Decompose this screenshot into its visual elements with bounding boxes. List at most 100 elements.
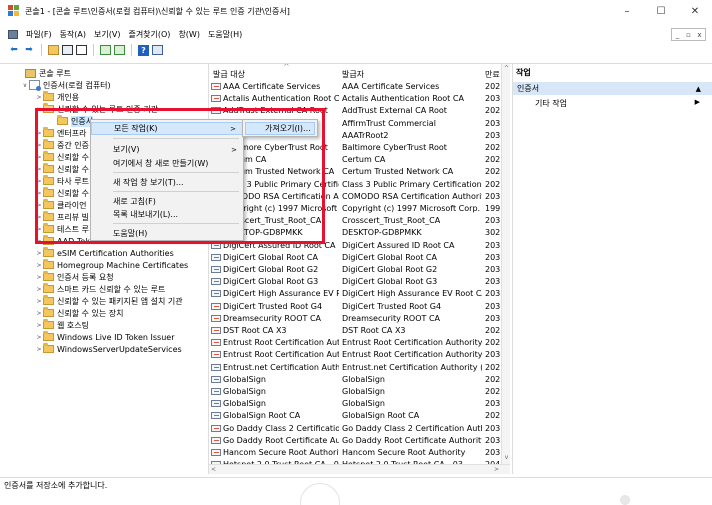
vertical-scrollbar[interactable]: ^ v — [501, 64, 510, 474]
menu-favorites[interactable]: 즐겨찾기(O) — [124, 29, 174, 40]
help-icon[interactable]: ? — [138, 44, 149, 56]
menu-item-import[interactable]: 가져오기(I)... — [245, 122, 315, 135]
menu-item-export-list[interactable]: 목록 내보내기(L)... — [91, 208, 243, 221]
column-issued-to[interactable]: 발급 대상 — [213, 69, 245, 80]
expand-chevron-icon[interactable]: > — [35, 130, 43, 137]
table-row[interactable]: AAA Certificate Services AAA Certificate … — [209, 81, 510, 93]
collapse-chevron-icon[interactable]: ∨ — [21, 82, 29, 89]
collapse-chevron-icon[interactable]: ∨ — [35, 106, 43, 113]
tree-item[interactable]: 인증서 — [49, 115, 94, 127]
expand-chevron-icon[interactable]: > — [35, 322, 43, 329]
tree-item[interactable]: > 신뢰할 수 있는 장치 — [35, 307, 124, 319]
export-list-icon[interactable] — [114, 45, 125, 55]
table-row[interactable]: Certum CA Certum CA 202 — [209, 154, 510, 166]
menu-item-view[interactable]: 보기(V) > — [91, 143, 243, 156]
expand-chevron-icon[interactable]: > — [35, 298, 43, 305]
tree-item[interactable]: > 개인용 — [35, 91, 79, 103]
tree-item[interactable]: > 엔터프라 — [35, 127, 86, 139]
menu-item-refresh[interactable]: 새로 고침(F) — [91, 195, 243, 208]
tree-item[interactable]: > Homegroup Machine Certificates — [35, 259, 188, 271]
tree-item[interactable]: > 클라이언 — [35, 199, 86, 211]
table-row[interactable]: Actalis Authentication Root CA Actalis Au… — [209, 93, 510, 105]
menu-file[interactable]: 파일(F) — [22, 29, 56, 40]
menu-view[interactable]: 보기(V) — [90, 29, 124, 40]
scroll-down-icon[interactable]: v — [502, 453, 510, 462]
table-row[interactable]: Copyright (c) 1997 Microsoft ... Copyrigh… — [209, 203, 510, 215]
table-row[interactable]: DigiCert Global Root G2 DigiCert Global R… — [209, 264, 510, 276]
tree-item[interactable]: ∨ 인증서(로컬 컴퓨터) — [21, 79, 111, 91]
tree-item[interactable]: > 신뢰할 수 — [35, 151, 89, 163]
table-row[interactable]: AddTrust External CA Root AddTrust Extern… — [209, 105, 510, 117]
table-row[interactable]: GlobalSign GlobalSign 202 — [209, 374, 510, 386]
tree-item[interactable]: > Windows Live ID Token Issuer — [35, 331, 174, 343]
table-row[interactable]: Hancom Secure Root Authority Hancom Secur… — [209, 447, 510, 459]
table-row[interactable]: Crosscert_Trust_Root_CA Crosscert_Trust_R… — [209, 215, 510, 227]
expand-chevron-icon[interactable]: > — [35, 286, 43, 293]
menu-window[interactable]: 창(W) — [174, 29, 204, 40]
tree-item[interactable]: 콘솔 루트 — [17, 67, 71, 79]
column-issued-by[interactable]: 발급자 — [342, 69, 364, 80]
expand-chevron-icon[interactable]: > — [35, 226, 43, 233]
column-expiry[interactable]: 만료 — [485, 69, 500, 80]
tree-item[interactable]: > 신뢰할 수 있는 패키지된 앱 설치 기관 — [35, 295, 183, 307]
folder-up-icon[interactable] — [48, 45, 59, 55]
back-arrow-icon[interactable]: ⬅ — [8, 44, 20, 56]
table-row[interactable]: DigiCert Trusted Root G4 DigiCert Trusted… — [209, 301, 510, 313]
expand-chevron-icon[interactable]: > — [35, 142, 43, 149]
expand-chevron-icon[interactable]: > — [35, 154, 43, 161]
table-row[interactable]: COMODO RSA Certification A... COMODO RSA … — [209, 191, 510, 203]
tree-item[interactable]: > 테스트 루 — [35, 223, 89, 235]
close-button[interactable]: ✕ — [678, 0, 712, 22]
table-row[interactable]: Class 3 Public Primary Certific... Class … — [209, 179, 510, 191]
expand-chevron-icon[interactable]: > — [35, 346, 43, 353]
expand-chevron-icon[interactable]: > — [35, 166, 43, 173]
tree-item[interactable]: > 프리뷰 빌 — [35, 211, 89, 223]
minimize-button[interactable]: – — [610, 0, 644, 22]
table-row[interactable]: Go Daddy Class 2 Certification...Go Dadd… — [209, 423, 510, 435]
table-row[interactable]: DigiCert Global Root CA DigiCert Global R… — [209, 252, 510, 264]
maximize-button[interactable]: ☐ — [644, 0, 678, 22]
tree-item[interactable]: > eSIM Certification Authorities — [35, 247, 174, 259]
mdi-close-button[interactable]: x — [694, 29, 705, 40]
expand-chevron-icon[interactable]: > — [35, 274, 43, 281]
tree-item[interactable]: > 타사 루트 — [35, 175, 89, 187]
properties-icon[interactable] — [76, 45, 87, 55]
expand-chevron-icon[interactable]: > — [35, 238, 43, 245]
expand-chevron-icon[interactable]: > — [35, 262, 43, 269]
table-row[interactable]: Go Daddy Root Certificate Aut... Go Daddy… — [209, 435, 510, 447]
table-row[interactable]: DigiCert Global Root G3 DigiCert Global R… — [209, 276, 510, 288]
show-hide-tree-icon[interactable] — [62, 45, 73, 55]
tree-item[interactable]: > WindowsServerUpdateServices — [35, 343, 182, 355]
scroll-right-icon[interactable]: > — [492, 465, 501, 474]
expand-chevron-icon[interactable]: > — [35, 190, 43, 197]
table-row[interactable]: Baltimore CyberTrust Root Baltimore Cyber… — [209, 142, 510, 154]
tree-item[interactable]: > AAD Tok — [35, 235, 90, 247]
mdi-restore-button[interactable]: ▫ — [683, 29, 694, 40]
menu-help[interactable]: 도움말(H) — [204, 29, 246, 40]
table-row[interactable]: DigiCert Assured ID Root CA DigiCert Assu… — [209, 240, 510, 252]
menu-item-all-tasks[interactable]: 모든 작업(K) > — [91, 122, 243, 135]
table-row[interactable]: GlobalSign Root CA GlobalSign Root CA 202 — [209, 410, 510, 422]
expand-chevron-icon[interactable]: > — [35, 94, 43, 101]
horizontal-scrollbar[interactable]: < > — [209, 464, 510, 474]
tree-item[interactable]: > 신뢰할 수 — [35, 187, 89, 199]
tree-item[interactable]: > 신뢰할 수 — [35, 163, 89, 175]
console-window-icon[interactable] — [8, 29, 18, 39]
table-row[interactable]: DigiCert High Assurance EV R... DigiCert … — [209, 288, 510, 300]
tree-item[interactable]: > 중간 인증 — [35, 139, 89, 151]
table-row[interactable]: Entrust Root Certification Auth...Entrus… — [209, 337, 510, 349]
tree-item[interactable]: ∨ 신뢰할 수 있는 루트 인증 기관 — [35, 103, 158, 115]
expand-chevron-icon[interactable]: > — [35, 310, 43, 317]
menu-item-help[interactable]: 도움말(H) — [91, 227, 243, 240]
expand-chevron-icon[interactable]: > — [35, 334, 43, 341]
show-hide-action-pane-icon[interactable] — [152, 45, 163, 55]
table-row[interactable]: Entrust.net Certification Author...Entru… — [209, 362, 510, 374]
mdi-minimize-button[interactable]: _ — [672, 29, 683, 40]
collapse-up-icon[interactable]: ▲ — [696, 85, 701, 93]
menu-item-new-window[interactable]: 여기에서 창 새로 만들기(W) — [91, 157, 243, 170]
action-section-certificates[interactable]: 인증서 ▲ — [513, 82, 712, 95]
scroll-left-icon[interactable]: < — [209, 465, 218, 474]
expand-chevron-icon[interactable]: > — [35, 250, 43, 257]
table-row[interactable]: Certum Trusted Network CA Certum Trusted … — [209, 166, 510, 178]
expand-chevron-icon[interactable]: > — [35, 214, 43, 221]
